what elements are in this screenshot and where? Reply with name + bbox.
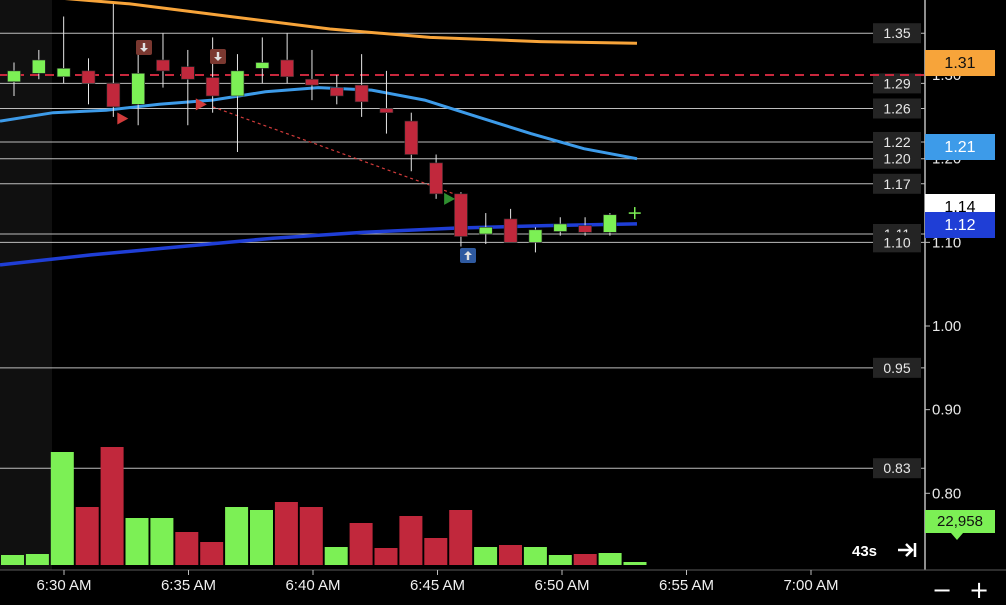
volume-bar	[299, 507, 323, 565]
time-tick-label: 6:45 AM	[410, 577, 465, 594]
level-label: 0.95	[883, 360, 910, 376]
volume-bar	[548, 555, 572, 565]
level-label: 1.35	[883, 25, 910, 41]
candle-body[interactable]	[553, 223, 568, 232]
candle-body[interactable]	[454, 193, 468, 237]
volume-bar	[100, 447, 124, 565]
volume-bar	[349, 523, 373, 565]
volume-bar	[25, 554, 49, 565]
volume-bar	[50, 452, 74, 565]
volume-bar	[474, 547, 498, 565]
candle-body[interactable]	[81, 70, 96, 84]
volume-bar	[1, 555, 24, 565]
level-label: 1.10	[883, 234, 910, 250]
candle-body[interactable]	[528, 229, 543, 243]
level-label: 1.22	[883, 134, 910, 150]
candle-body[interactable]	[354, 84, 369, 103]
candle-body[interactable]	[478, 226, 493, 235]
candle-body[interactable]	[131, 73, 145, 105]
volume-bar	[324, 547, 348, 565]
down-arrow-icon[interactable]	[210, 49, 226, 64]
volume-bar	[573, 554, 597, 565]
volume-bar	[598, 553, 622, 565]
candle-body[interactable]	[255, 62, 270, 69]
candle-body[interactable]	[32, 59, 46, 74]
volume-bar	[399, 516, 423, 565]
volume-bar	[225, 507, 249, 565]
candle-body[interactable]	[56, 68, 71, 78]
zoom-out-button[interactable]: −	[925, 576, 959, 604]
volume-bar	[424, 538, 448, 565]
candle-countdown: 43s	[852, 543, 877, 560]
volume-bar	[499, 545, 522, 565]
candle-body[interactable]	[7, 70, 21, 83]
candle-body[interactable]	[305, 78, 319, 86]
candle-body[interactable]	[280, 59, 294, 78]
candle-body[interactable]	[181, 66, 195, 80]
candle-body[interactable]	[156, 59, 170, 72]
price-tick-label: 0.80	[932, 485, 961, 502]
volume-bar	[125, 518, 149, 565]
up-arrow-icon[interactable]	[460, 248, 476, 263]
price-tick-label: 0.90	[932, 402, 961, 419]
down-arrow-icon[interactable]	[136, 40, 152, 55]
candle-body[interactable]	[429, 162, 443, 195]
time-tick-label: 6:50 AM	[534, 577, 589, 594]
price-tag-label: 1.21	[944, 139, 975, 156]
candle-body[interactable]	[503, 218, 518, 243]
volume-tag-label: 22,958	[937, 513, 983, 530]
level-label: 1.17	[883, 176, 910, 192]
price-tag-label: 1.31	[944, 55, 975, 72]
candle-body[interactable]	[106, 83, 121, 108]
volume-bar	[75, 507, 99, 565]
level-label: 1.29	[883, 75, 910, 91]
volume-bar	[623, 562, 647, 565]
time-tick-label: 6:35 AM	[161, 577, 216, 594]
time-tick-label: 6:55 AM	[659, 577, 714, 594]
volume-bar	[449, 510, 473, 565]
candle-body[interactable]	[205, 77, 220, 97]
candle-body[interactable]	[329, 87, 344, 97]
time-tick-label: 6:30 AM	[36, 577, 91, 594]
volume-bar	[150, 518, 174, 565]
volume-bar	[175, 532, 199, 565]
time-tick-label: 6:40 AM	[285, 577, 340, 594]
chart-background	[0, 0, 1006, 605]
level-label: 0.83	[883, 460, 910, 476]
level-label: 1.20	[883, 151, 910, 167]
level-label: 1.26	[883, 101, 910, 117]
candle-body[interactable]	[230, 70, 245, 97]
volume-bar	[200, 542, 224, 565]
candle-body[interactable]	[578, 225, 592, 233]
volume-bar	[250, 510, 273, 565]
time-tick-label: 7:00 AM	[783, 577, 838, 594]
candlestick-chart[interactable]: 1.351.291.261.221.201.171.111.100.950.83…	[0, 0, 1006, 605]
volume-bar	[274, 502, 298, 565]
candle-body[interactable]	[603, 214, 617, 233]
volume-bar	[523, 547, 547, 565]
price-tag-label: 1.12	[944, 217, 975, 234]
zoom-in-button[interactable]: +	[962, 576, 996, 604]
candle-body[interactable]	[379, 108, 394, 113]
premarket-shading	[0, 0, 52, 570]
volume-bar	[374, 548, 398, 565]
candle-body[interactable]	[404, 120, 419, 155]
price-tick-label: 1.00	[932, 318, 961, 335]
